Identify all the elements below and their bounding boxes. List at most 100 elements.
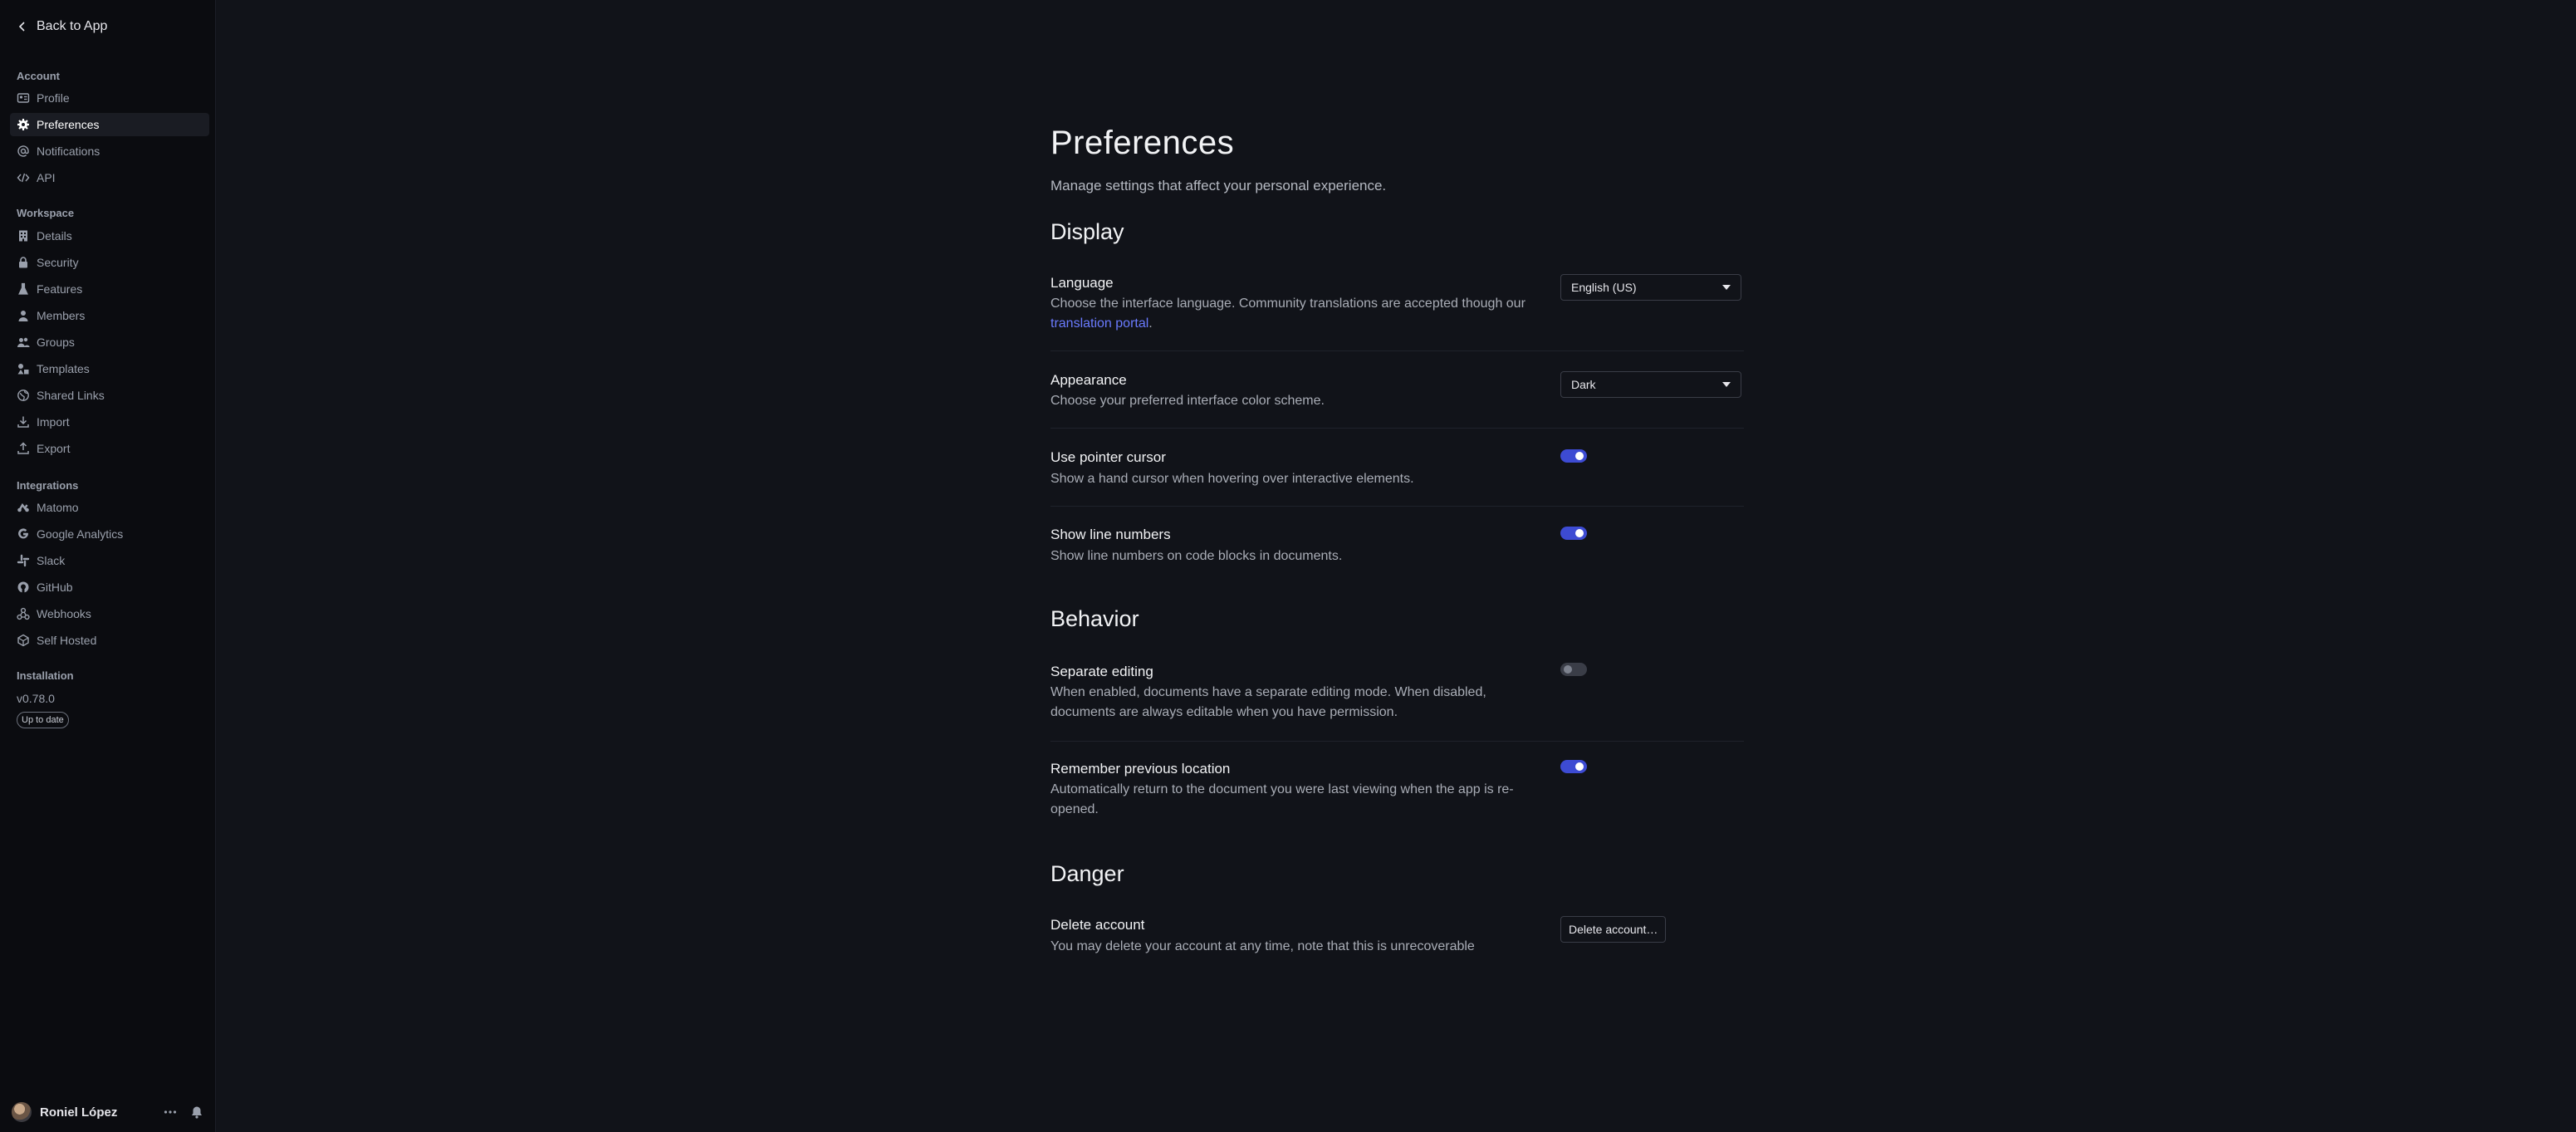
matomo-icon bbox=[17, 502, 29, 512]
sidebar-item-label: Security bbox=[37, 256, 79, 269]
sidebar-item-label: Slack bbox=[37, 554, 66, 567]
sidebar-item-import[interactable]: Import bbox=[10, 410, 209, 434]
section-heading-danger: Danger bbox=[1050, 861, 1124, 886]
google-icon bbox=[18, 528, 28, 539]
language-select-value: English (US) bbox=[1571, 281, 1637, 294]
divider bbox=[1050, 506, 1744, 507]
import-icon bbox=[17, 416, 29, 428]
sidebar-item-label: Shared Links bbox=[37, 389, 105, 402]
sidebar-item-label: Export bbox=[37, 442, 71, 455]
sidebar: Back to App Account Profile Preferences … bbox=[0, 0, 216, 1132]
sidebar-item-label: Features bbox=[37, 282, 83, 296]
sidebar-item-label: Webhooks bbox=[37, 607, 91, 620]
delete-account-button[interactable]: Delete account… bbox=[1560, 916, 1667, 943]
webhooks-icon bbox=[17, 607, 30, 620]
chevron-left-icon bbox=[18, 22, 25, 32]
sidebar-item-label: GitHub bbox=[37, 581, 73, 594]
pointer-cursor-description: Show a hand cursor when hovering over in… bbox=[1050, 472, 1414, 486]
line-numbers-description: Show line numbers on code blocks in docu… bbox=[1050, 549, 1343, 563]
language-select[interactable]: English (US) bbox=[1560, 274, 1741, 301]
more-options-icon[interactable] bbox=[163, 1105, 178, 1120]
sidebar-item-label: Preferences bbox=[37, 118, 100, 131]
sidebar-item-slack[interactable]: Slack bbox=[10, 549, 209, 572]
section-title-workspace: Workspace bbox=[17, 207, 75, 219]
slack-icon bbox=[17, 554, 30, 567]
sidebar-item-features[interactable]: Features bbox=[10, 277, 209, 301]
update-status-badge: Up to date bbox=[17, 712, 69, 728]
sidebar-item-api[interactable]: API bbox=[10, 166, 209, 189]
user-menu[interactable]: Roniel López bbox=[12, 1101, 204, 1123]
preferences-panel: Preferences Manage settings that affect … bbox=[1050, 0, 1748, 1132]
sidebar-item-templates[interactable]: Templates bbox=[10, 357, 209, 380]
shapes-icon bbox=[17, 364, 29, 375]
pointer-cursor-toggle[interactable] bbox=[1560, 449, 1587, 463]
avatar[interactable] bbox=[12, 1102, 32, 1122]
section-title-account: Account bbox=[17, 70, 60, 82]
appearance-select-value: Dark bbox=[1571, 378, 1596, 391]
sidebar-item-notifications[interactable]: Notifications bbox=[10, 140, 209, 163]
sidebar-item-label: Groups bbox=[37, 336, 75, 349]
user-name: Roniel López bbox=[40, 1105, 118, 1120]
sidebar-item-export[interactable]: Export bbox=[10, 437, 209, 460]
profile-card-icon bbox=[17, 93, 30, 103]
sidebar-item-google-analytics[interactable]: Google Analytics bbox=[10, 522, 209, 546]
appearance-description: Choose your preferred interface color sc… bbox=[1050, 394, 1325, 408]
separate-editing-title: Separate editing bbox=[1050, 664, 1153, 679]
sidebar-item-label: Import bbox=[37, 415, 70, 429]
sidebar-item-label: Self Hosted bbox=[37, 634, 97, 647]
caret-down-icon bbox=[1722, 382, 1731, 387]
sidebar-item-groups[interactable]: Groups bbox=[10, 331, 209, 354]
separate-editing-description: When enabled, documents have a separate … bbox=[1050, 685, 1486, 719]
sidebar-item-members[interactable]: Members bbox=[10, 304, 209, 327]
caret-down-icon bbox=[1722, 285, 1731, 290]
line-numbers-title: Show line numbers bbox=[1050, 527, 1171, 542]
sidebar-item-security[interactable]: Security bbox=[10, 251, 209, 274]
building-icon bbox=[19, 230, 27, 242]
sidebar-item-profile[interactable]: Profile bbox=[10, 86, 209, 110]
sidebar-item-label: Details bbox=[37, 229, 72, 243]
lock-icon bbox=[19, 257, 27, 268]
toggle-knob bbox=[1564, 665, 1572, 674]
sidebar-item-label: API bbox=[37, 171, 56, 184]
divider bbox=[1050, 428, 1744, 429]
back-to-app-label: Back to App bbox=[37, 19, 108, 33]
sidebar-item-github[interactable]: GitHub bbox=[10, 576, 209, 599]
sidebar-item-label: Members bbox=[37, 309, 86, 322]
user-icon bbox=[18, 311, 28, 321]
group-icon bbox=[17, 337, 30, 347]
globe-icon bbox=[17, 390, 29, 401]
sidebar-item-preferences[interactable]: Preferences bbox=[10, 113, 209, 136]
appearance-select[interactable]: Dark bbox=[1560, 371, 1741, 398]
remember-location-title: Remember previous location bbox=[1050, 761, 1231, 777]
sidebar-item-details[interactable]: Details bbox=[10, 224, 209, 247]
sidebar-item-self-hosted[interactable]: Self Hosted bbox=[10, 629, 209, 652]
version-text: v0.78.0 bbox=[17, 692, 55, 705]
appearance-title: Appearance bbox=[1050, 372, 1127, 388]
toggle-knob bbox=[1575, 452, 1584, 460]
sidebar-item-shared-links[interactable]: Shared Links bbox=[10, 384, 209, 407]
line-numbers-toggle[interactable] bbox=[1560, 527, 1587, 540]
sidebar-item-label: Templates bbox=[37, 362, 90, 375]
sidebar-item-label: Google Analytics bbox=[37, 527, 124, 541]
sidebar-item-label: Matomo bbox=[37, 501, 79, 514]
separate-editing-toggle[interactable] bbox=[1560, 663, 1587, 676]
divider bbox=[1050, 741, 1744, 742]
sidebar-item-matomo[interactable]: Matomo bbox=[10, 496, 209, 519]
self-hosted-icon bbox=[17, 634, 29, 647]
back-to-app-link[interactable]: Back to App bbox=[17, 17, 107, 37]
divider bbox=[1050, 350, 1744, 351]
delete-account-title: Delete account bbox=[1050, 917, 1145, 933]
remember-location-toggle[interactable] bbox=[1560, 760, 1587, 773]
translation-portal-link[interactable]: translation portal bbox=[1050, 316, 1148, 331]
at-sign-icon bbox=[17, 145, 29, 157]
toggle-knob bbox=[1575, 529, 1584, 537]
section-heading-display: Display bbox=[1050, 219, 1124, 244]
bell-icon[interactable] bbox=[189, 1105, 204, 1120]
language-description: Choose the interface language. Community… bbox=[1050, 294, 1532, 334]
delete-account-description: You may delete your account at any time,… bbox=[1050, 939, 1475, 953]
language-title: Language bbox=[1050, 275, 1114, 291]
sidebar-item-webhooks[interactable]: Webhooks bbox=[10, 602, 209, 625]
sidebar-item-label: Profile bbox=[37, 91, 70, 105]
section-heading-behavior: Behavior bbox=[1050, 606, 1139, 631]
code-icon bbox=[17, 173, 30, 183]
